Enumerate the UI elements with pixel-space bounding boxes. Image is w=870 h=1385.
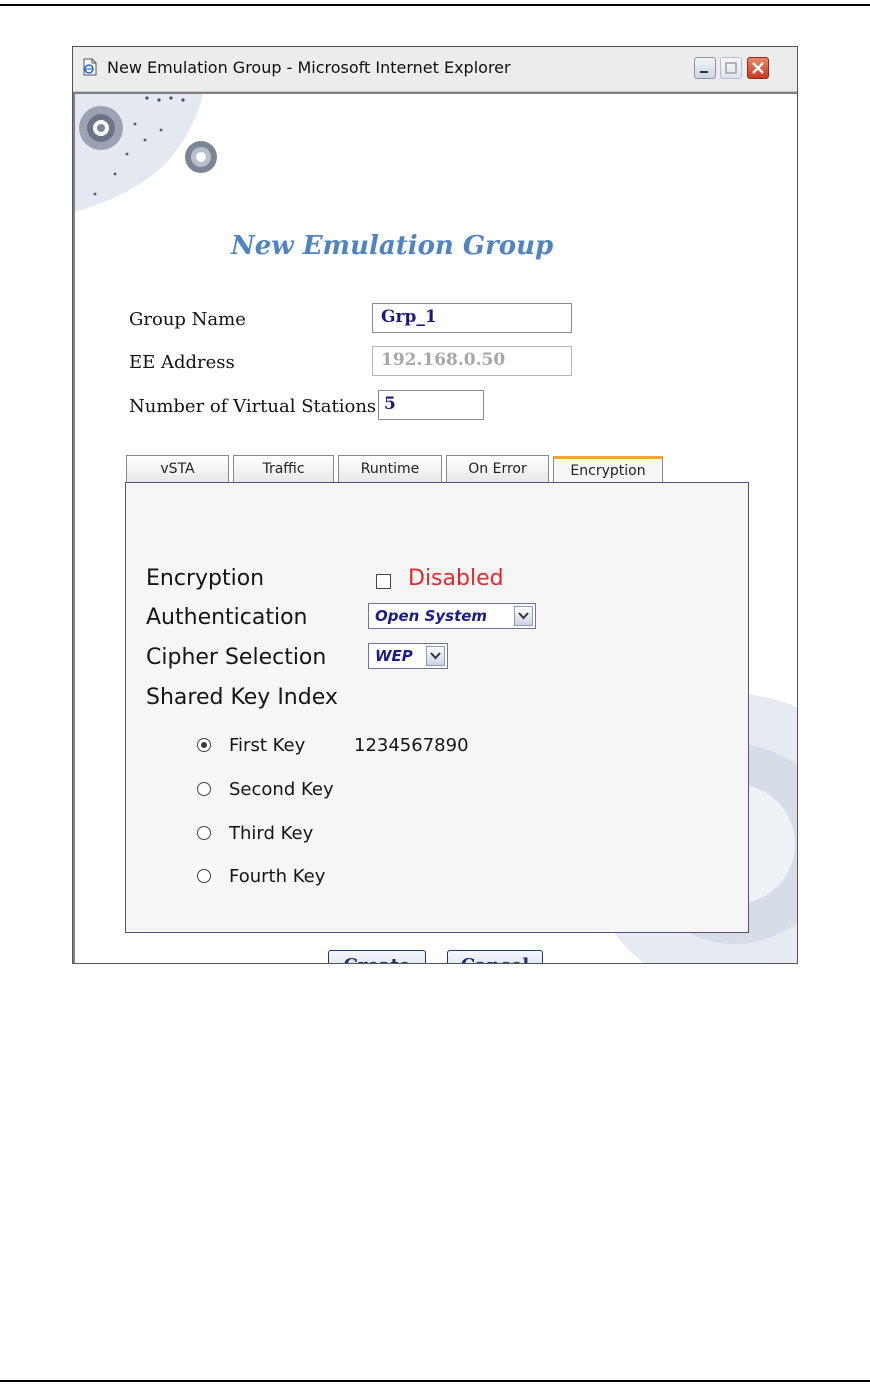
first-key-label: First Key bbox=[229, 735, 306, 756]
third-key-label: Third Key bbox=[229, 823, 314, 844]
minimize-icon bbox=[700, 71, 708, 73]
encryption-label: Encryption bbox=[146, 566, 265, 591]
encryption-checkbox[interactable] bbox=[376, 574, 391, 589]
chevron-down-icon bbox=[430, 652, 441, 660]
maximize-icon bbox=[725, 62, 737, 74]
ie-page-icon bbox=[83, 58, 97, 76]
encryption-status-text: Disabled bbox=[408, 566, 504, 591]
tab-runtime[interactable]: Runtime bbox=[338, 455, 442, 483]
first-key-value: 1234567890 bbox=[354, 735, 469, 756]
cipher-value: WEP bbox=[375, 647, 413, 665]
maximize-button[interactable] bbox=[720, 57, 742, 79]
page-top-rule bbox=[0, 4, 870, 6]
window-titlebar: New Emulation Group - Microsoft Internet… bbox=[73, 47, 797, 92]
group-name-input[interactable]: Grp_1 bbox=[372, 303, 572, 333]
tab-encryption[interactable]: Encryption bbox=[553, 456, 663, 485]
large-gear-icon bbox=[79, 106, 123, 150]
authentication-dropdown-arrow[interactable] bbox=[514, 606, 533, 626]
authentication-label: Authentication bbox=[146, 605, 308, 630]
chevron-down-icon bbox=[518, 612, 529, 620]
close-button[interactable] bbox=[747, 57, 769, 79]
fourth-key-radio[interactable] bbox=[197, 869, 211, 883]
third-key-radio[interactable] bbox=[197, 826, 211, 840]
authentication-select[interactable]: Open System bbox=[368, 603, 536, 629]
second-key-label: Second Key bbox=[229, 779, 334, 800]
tab-vsta[interactable]: vSTA bbox=[126, 455, 229, 483]
tab-on-error[interactable]: On Error bbox=[446, 455, 549, 483]
cipher-selection-label: Cipher Selection bbox=[146, 645, 327, 670]
encryption-panel: Encryption Disabled Authentication Open … bbox=[125, 482, 749, 933]
tab-traffic[interactable]: Traffic bbox=[233, 455, 334, 483]
virtual-stations-label: Number of Virtual Stations bbox=[129, 396, 377, 417]
page-title: New Emulation Group bbox=[231, 231, 554, 261]
cipher-dropdown-arrow[interactable] bbox=[426, 646, 445, 666]
ee-address-input: 192.168.0.50 bbox=[372, 346, 572, 376]
close-icon bbox=[752, 62, 764, 74]
authentication-value: Open System bbox=[375, 607, 488, 625]
group-name-label: Group Name bbox=[129, 309, 246, 330]
create-button[interactable]: Create bbox=[328, 950, 426, 963]
window-title: New Emulation Group - Microsoft Internet… bbox=[107, 58, 511, 77]
first-key-radio[interactable] bbox=[197, 738, 211, 752]
page-bottom-rule bbox=[0, 1380, 870, 1382]
page-content: New Emulation Group Group Name Grp_1 EE … bbox=[73, 92, 797, 963]
fourth-key-label: Fourth Key bbox=[229, 866, 326, 887]
small-gear-icon bbox=[185, 141, 217, 173]
second-key-radio[interactable] bbox=[197, 782, 211, 796]
cancel-button[interactable]: Cancel bbox=[447, 950, 543, 963]
virtual-stations-input[interactable]: 5 bbox=[378, 390, 484, 420]
cipher-select[interactable]: WEP bbox=[368, 643, 448, 669]
gear-decoration-topleft bbox=[75, 94, 217, 212]
shared-key-index-label: Shared Key Index bbox=[146, 685, 338, 710]
ee-address-label: EE Address bbox=[129, 352, 235, 373]
browser-window: New Emulation Group - Microsoft Internet… bbox=[72, 46, 798, 964]
minimize-button[interactable] bbox=[694, 57, 716, 79]
